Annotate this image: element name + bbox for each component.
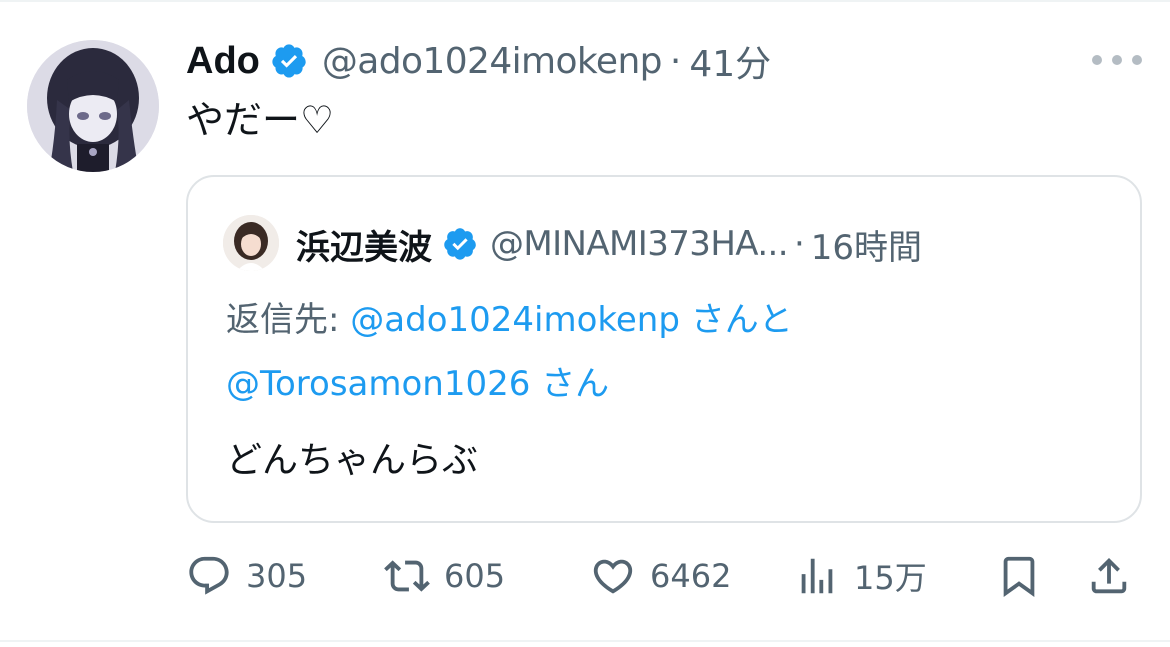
retweet-button[interactable]: 605 xyxy=(384,548,505,604)
verified-badge-icon[interactable] xyxy=(270,42,308,80)
heart-icon xyxy=(593,559,633,594)
like-button[interactable]: 6462 xyxy=(590,548,731,604)
like-count: 6462 xyxy=(650,557,732,595)
replying-to-label: 返信先: xyxy=(226,300,340,340)
quoted-tweet-text: どんちゃんらぶ xyxy=(226,440,479,481)
header-separator: · xyxy=(669,40,682,82)
reply-count: 305 xyxy=(246,557,308,595)
quoted-author-display-name[interactable]: 浜辺美波 xyxy=(296,220,432,269)
retweet-icon xyxy=(384,560,430,592)
more-horizontal-icon[interactable] xyxy=(1092,48,1142,72)
quoted-tweet-timestamp[interactable]: 16時間 xyxy=(811,220,922,269)
verified-badge-icon[interactable] xyxy=(442,226,478,262)
reply-joiner-text: さんと xyxy=(690,300,793,340)
avatar-illustration xyxy=(27,40,159,172)
replying-to-line: 返信先: @ado1024imokenp さんと xyxy=(226,295,793,345)
tweet-header: Ado @ado1024imokenp · 41分 xyxy=(186,36,771,86)
reply-mention-link[interactable]: @ado1024imokenp xyxy=(350,300,680,340)
reply-button[interactable]: 305 xyxy=(186,548,307,604)
tweet-actions-bar: 305 605 6462 15万 xyxy=(186,548,1142,604)
tweet-page: Ado @ado1024imokenp · 41分 やだー♡ 浜辺美波 @MIN… xyxy=(0,0,1170,647)
quoted-header-separator: · xyxy=(793,224,805,264)
reply-mention-link[interactable]: @Torosamon1026 xyxy=(226,364,530,404)
quoted-tweet-header: 浜辺美波 @MINAMI373HA... · 16時間 xyxy=(296,219,922,269)
reply-suffix-text: さん xyxy=(541,364,610,404)
views-button[interactable]: 15万 xyxy=(794,548,927,604)
tweet-text: やだー♡ xyxy=(186,98,335,142)
author-avatar[interactable] xyxy=(27,40,159,172)
share-button[interactable] xyxy=(1086,548,1132,604)
replying-to-line-2: @Torosamon1026 さん xyxy=(226,359,609,409)
share-upload-icon xyxy=(1091,557,1127,594)
bookmark-icon xyxy=(1003,556,1035,597)
views-count: 15万 xyxy=(854,559,927,597)
top-divider xyxy=(0,0,1170,2)
avatar-photo xyxy=(223,215,279,271)
reply-icon xyxy=(189,556,229,595)
quoted-author-avatar[interactable] xyxy=(223,215,279,271)
tweet-timestamp[interactable]: 41分 xyxy=(689,35,771,87)
author-display-name[interactable]: Ado xyxy=(186,40,260,83)
retweet-count: 605 xyxy=(444,557,506,595)
author-handle[interactable]: @ado1024imokenp xyxy=(322,41,663,82)
quoted-author-handle[interactable]: @MINAMI373HA... xyxy=(490,224,789,264)
views-chart-icon xyxy=(801,558,833,594)
bottom-divider xyxy=(0,640,1170,642)
quoted-tweet[interactable]: 浜辺美波 @MINAMI373HA... · 16時間 返信先: @ado102… xyxy=(186,175,1142,523)
bookmark-button[interactable] xyxy=(996,548,1042,604)
